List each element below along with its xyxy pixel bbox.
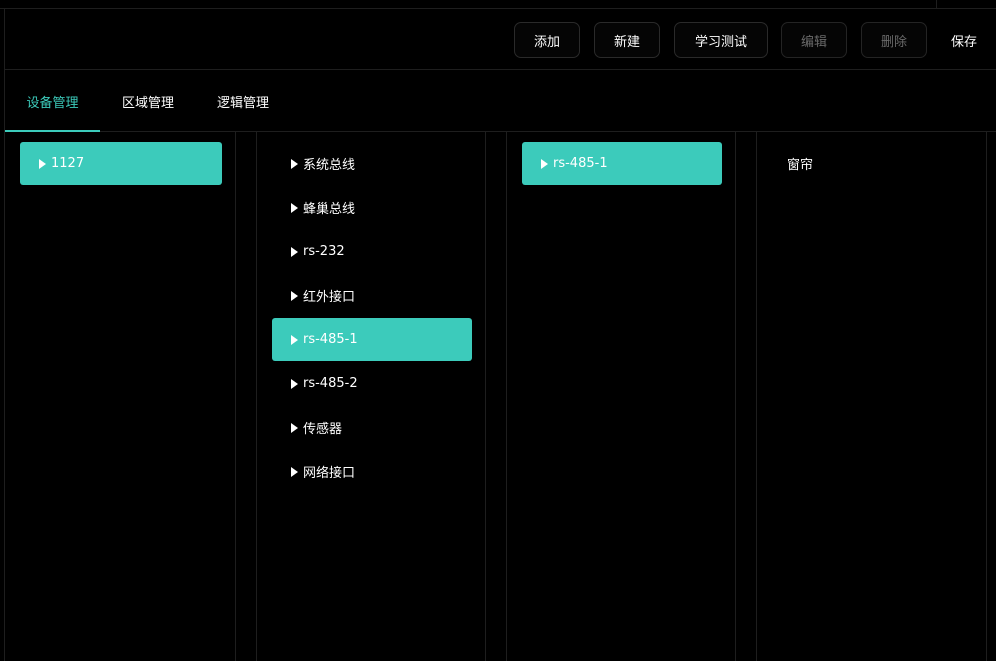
caret-right-icon <box>291 158 298 169</box>
interface-item[interactable]: 系统总线 <box>272 142 472 185</box>
save-button[interactable]: 保存 <box>941 22 987 58</box>
column-divider <box>756 132 757 661</box>
interface-item[interactable]: rs-232 <box>272 230 472 273</box>
tab-logic-management[interactable]: 逻辑管理 <box>204 71 282 131</box>
caret-right-icon <box>291 290 298 301</box>
add-button[interactable]: 添加 <box>514 22 580 58</box>
new-button[interactable]: 新建 <box>594 22 660 58</box>
host-item-1127[interactable]: 1127 <box>20 142 222 185</box>
interface-item[interactable]: 红外接口 <box>272 274 472 317</box>
column-divider <box>986 132 987 661</box>
app-window: 添加 新建 学习测试 编辑 删除 保存 设备管理 区域管理 逻辑管理 1127 … <box>0 0 996 661</box>
delete-button[interactable]: 删除 <box>861 22 927 58</box>
tab-device-management[interactable]: 设备管理 <box>5 71 100 132</box>
tab-area-management[interactable]: 区域管理 <box>110 71 186 131</box>
caret-right-icon <box>291 466 298 477</box>
interface-item[interactable]: rs-485-2 <box>272 362 472 405</box>
caret-right-icon <box>291 246 298 257</box>
caret-right-icon <box>291 378 298 389</box>
interface-item-selected[interactable]: rs-485-1 <box>272 318 472 361</box>
device-item-curtain[interactable]: 窗帘 <box>787 154 813 173</box>
interface-item-label: 红外接口 <box>303 290 356 305</box>
caret-right-icon <box>541 158 548 169</box>
bus-item-rs-485-1[interactable]: rs-485-1 <box>522 142 722 185</box>
top-strip-divider <box>936 0 937 9</box>
column-divider <box>485 132 486 661</box>
tab-bar: 设备管理 区域管理 逻辑管理 <box>5 71 996 132</box>
interface-item[interactable]: 传感器 <box>272 406 472 449</box>
interface-item-label: 网络接口 <box>303 466 356 481</box>
bus-item-label: rs-485-1 <box>553 156 608 171</box>
interface-item-label: 蜂巢总线 <box>303 202 356 217</box>
interface-item-label: rs-232 <box>303 244 345 259</box>
column-divider <box>256 132 257 661</box>
interface-item-label: rs-485-2 <box>303 376 358 391</box>
interface-item-label: 系统总线 <box>303 158 356 173</box>
caret-right-icon <box>39 158 46 169</box>
caret-right-icon <box>291 202 298 213</box>
column-divider <box>735 132 736 661</box>
host-item-label: 1127 <box>51 156 85 171</box>
interface-item[interactable]: 网络接口 <box>272 450 472 493</box>
column-divider <box>506 132 507 661</box>
toolbar: 添加 新建 学习测试 编辑 删除 保存 <box>5 10 996 70</box>
interface-item-label: 传感器 <box>303 422 343 437</box>
column-divider <box>235 132 236 661</box>
interface-item[interactable]: 蜂巢总线 <box>272 186 472 229</box>
learn-test-button[interactable]: 学习测试 <box>674 22 768 58</box>
top-strip <box>0 0 996 9</box>
interface-item-label: rs-485-1 <box>303 332 358 347</box>
caret-right-icon <box>291 422 298 433</box>
caret-right-icon <box>291 334 298 345</box>
edit-button[interactable]: 编辑 <box>781 22 847 58</box>
